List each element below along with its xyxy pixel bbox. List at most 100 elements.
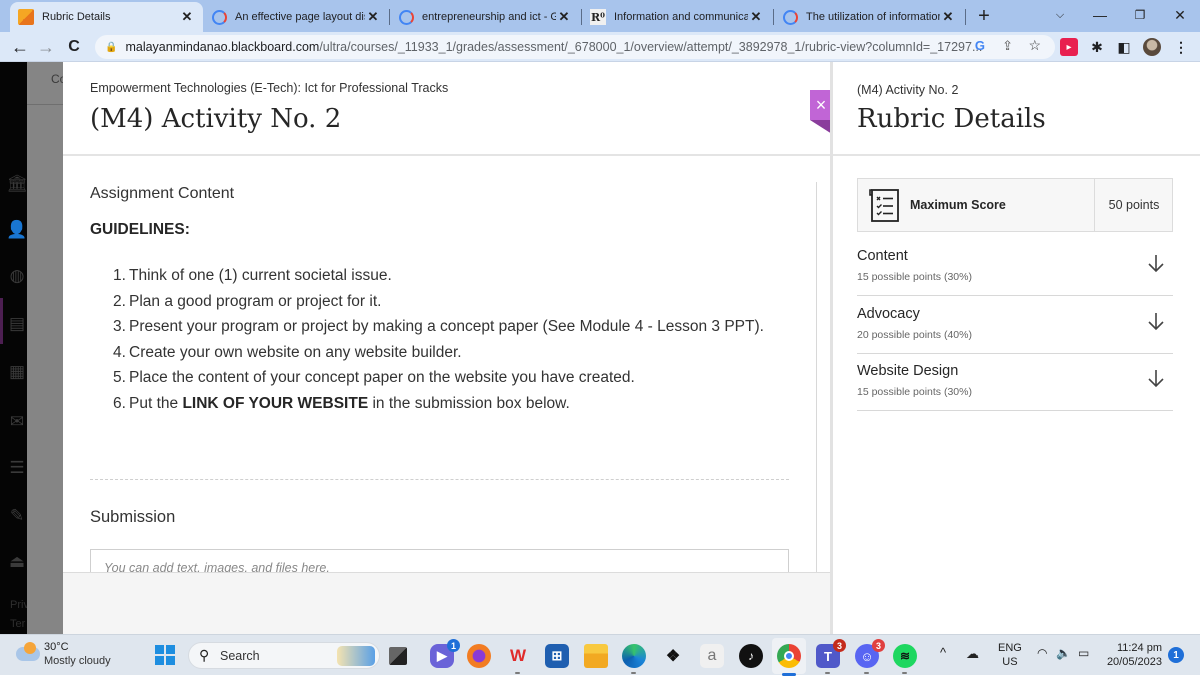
criterion-name: Content — [857, 248, 908, 264]
list-item: 4. Create your own website on any website… — [113, 340, 789, 366]
grades-icon[interactable]: ☰ — [7, 458, 27, 478]
assignment-title: (M4) Activity No. 2 — [90, 104, 342, 134]
wifi-icon[interactable]: ◠ — [1037, 646, 1047, 660]
chrome-icon[interactable] — [777, 644, 801, 668]
close-tab-icon[interactable]: ✕ — [365, 9, 381, 25]
task-view-icon[interactable] — [389, 647, 407, 665]
item-number: 3. — [113, 318, 126, 335]
item-text: Put the LINK OF YOUR WEBSITE in the subm… — [129, 391, 789, 417]
profile-avatar[interactable] — [1143, 38, 1161, 56]
content-scrollbar[interactable] — [816, 182, 817, 572]
text-segment: Put the — [129, 394, 183, 412]
sign-out-icon[interactable]: ⏏ — [7, 552, 27, 572]
language-indicator[interactable]: ENG US — [998, 641, 1022, 669]
running-indicator — [902, 672, 907, 674]
notification-badge: 3 — [872, 639, 885, 652]
tab-utilization-information[interactable]: The utilization of information ✕ — [774, 2, 964, 32]
list-item: 5. Place the content of your concept pape… — [113, 365, 789, 391]
bookmark-star-icon[interactable]: ☆ — [1028, 37, 1041, 54]
file-explorer-icon[interactable] — [584, 644, 608, 668]
close-panel-button[interactable]: × — [810, 90, 832, 120]
running-indicator — [825, 672, 830, 674]
criterion-website-design[interactable]: Website Design 15 possible points (30%) — [857, 353, 1173, 411]
institution-icon[interactable]: 🏛 — [6, 174, 28, 194]
extension-cursor-icon[interactable]: ▸ — [1060, 38, 1078, 56]
close-tab-icon[interactable]: ✕ — [748, 9, 764, 25]
clock-time: 11:24 pm — [1116, 642, 1162, 654]
running-indicator — [515, 672, 520, 674]
amazon-icon[interactable]: a — [700, 644, 724, 668]
spotify-icon[interactable]: ≋ — [893, 644, 917, 668]
close-tab-icon[interactable]: ✕ — [940, 9, 956, 25]
windows-taskbar: 30°C Mostly cloudy ⚲ Search ▶ 1 W ⊞ ❖ a ♪… — [0, 634, 1200, 676]
messages-icon[interactable]: ✉ — [7, 412, 27, 432]
item-number: 1. — [113, 267, 126, 284]
close-tab-icon[interactable]: ✕ — [556, 9, 572, 25]
list-item: 2. Plan a good program or project for it. — [113, 289, 789, 315]
section-divider — [90, 479, 789, 480]
dropbox-icon[interactable]: ❖ — [661, 644, 685, 668]
side-panel-icon[interactable]: ◧ — [1115, 38, 1133, 56]
show-hidden-icons-chevron-icon[interactable]: ^ — [940, 645, 946, 660]
browser-menu-icon[interactable]: ⋮ — [1172, 38, 1190, 56]
search-highlight-icon — [337, 646, 375, 666]
forward-button[interactable]: → — [34, 35, 58, 59]
new-tab-button[interactable]: + — [972, 4, 996, 28]
tab-search-chevron-icon[interactable]: ⌵ — [1040, 2, 1080, 28]
minimize-button[interactable]: — — [1080, 2, 1120, 28]
expand-arrow-down-icon[interactable] — [1147, 310, 1165, 332]
windows-start-icon[interactable] — [155, 645, 175, 665]
edge-icon[interactable] — [622, 644, 646, 668]
restore-button[interactable]: ❐ — [1120, 2, 1160, 28]
close-tab-icon[interactable]: ✕ — [179, 9, 195, 25]
close-window-button[interactable]: ✕ — [1160, 2, 1200, 28]
lock-icon[interactable]: 🔒 — [105, 42, 117, 53]
language-code: ENG — [998, 642, 1022, 654]
extensions-puzzle-icon[interactable]: ✱ — [1088, 38, 1106, 56]
item-text: Think of one (1) current societal issue. — [129, 267, 392, 284]
rubric-header: (M4) Activity No. 2 Rubric Details — [833, 62, 1200, 156]
microsoft-store-icon[interactable]: ⊞ — [545, 644, 569, 668]
criterion-advocacy[interactable]: Advocacy 20 possible points (40%) — [857, 296, 1173, 354]
tab-entrepreneurship-ict[interactable]: entrepreneurship and ict - Go ✕ — [390, 2, 580, 32]
terms-link[interactable]: Ter — [10, 618, 25, 630]
calendar-icon[interactable]: ▦ — [7, 362, 27, 382]
tools-icon[interactable]: ✎ — [7, 506, 27, 526]
notification-center-badge[interactable]: 1 — [1168, 647, 1184, 663]
maximum-score-value: 50 points — [1108, 198, 1160, 212]
discord-icon[interactable]: ☺ 3 — [855, 639, 885, 668]
tab-page-layout[interactable]: An effective page layout disti ✕ — [203, 2, 389, 32]
assignment-header: Empowerment Technologies (E-Tech): Ict f… — [63, 62, 830, 156]
onedrive-cloud-icon[interactable]: ☁ — [966, 646, 979, 662]
globe-icon[interactable]: ◍ — [7, 266, 27, 286]
expand-arrow-down-icon[interactable] — [1147, 367, 1165, 389]
meet-chat-icon[interactable]: ▶ 1 — [430, 639, 460, 668]
item-number: 5. — [113, 369, 126, 386]
courses-icon[interactable]: ▤ — [7, 314, 27, 334]
volume-icon[interactable]: 🔈 — [1056, 646, 1071, 660]
share-icon[interactable]: ⇪ — [1002, 38, 1013, 54]
tab-title: entrepreneurship and ict - Go — [422, 11, 556, 23]
reload-button[interactable]: C — [62, 35, 86, 59]
address-bar[interactable]: 🔒 malayanmindanao.blackboard.com/ultra/c… — [95, 35, 1055, 59]
google-lens-icon[interactable]: G — [975, 38, 985, 53]
item-text: Create your own website on any website b… — [129, 343, 462, 361]
tab-information-communication[interactable]: R⁰ Information and communicat ✕ — [582, 2, 772, 32]
wps-office-icon[interactable]: W — [506, 644, 530, 668]
expand-arrow-down-icon[interactable] — [1147, 252, 1165, 274]
tab-rubric-details[interactable]: Rubric Details ✕ — [10, 2, 203, 32]
tiktok-icon[interactable]: ♪ — [739, 644, 763, 668]
clock[interactable]: 11:24 pm 20/05/2023 — [1104, 641, 1162, 669]
teams-icon[interactable]: T3 — [816, 639, 846, 668]
firefox-icon[interactable] — [467, 644, 491, 668]
back-button[interactable]: ← — [8, 35, 32, 59]
search-label: Search — [220, 649, 260, 663]
rubric-title: Rubric Details — [857, 104, 1046, 134]
criterion-content[interactable]: Content 15 possible points (30%) — [857, 238, 1173, 296]
taskbar-search[interactable]: ⚲ Search — [188, 642, 380, 669]
battery-icon[interactable]: ▭ — [1078, 646, 1089, 660]
notification-badge: 1 — [447, 639, 460, 652]
profile-icon[interactable]: 👤 — [6, 220, 27, 240]
course-name[interactable]: Empowerment Technologies (E-Tech): Ict f… — [90, 81, 448, 95]
tab-separator — [965, 9, 966, 25]
